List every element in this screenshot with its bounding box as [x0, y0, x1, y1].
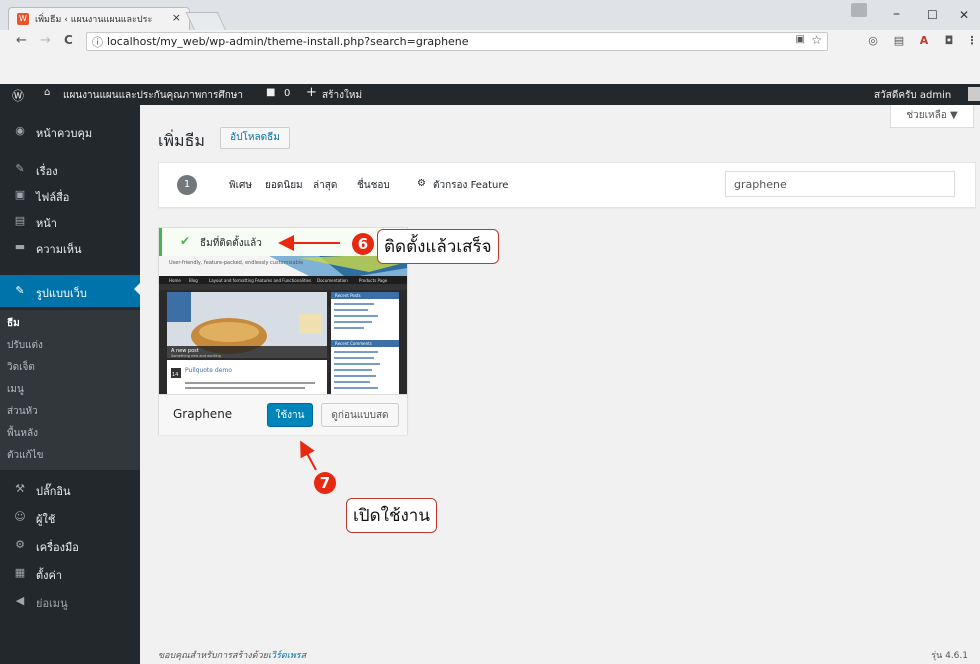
annotation-arrows [278, 235, 340, 471]
step-7-badge: 7 [314, 472, 336, 494]
callout-activate: เปิดใช้งาน [346, 498, 437, 533]
callout-installed: ติดตั้งแล้วเสร็จ [377, 229, 499, 264]
step-6-badge: 6 [352, 233, 374, 255]
arrow-to-activate [300, 440, 317, 471]
